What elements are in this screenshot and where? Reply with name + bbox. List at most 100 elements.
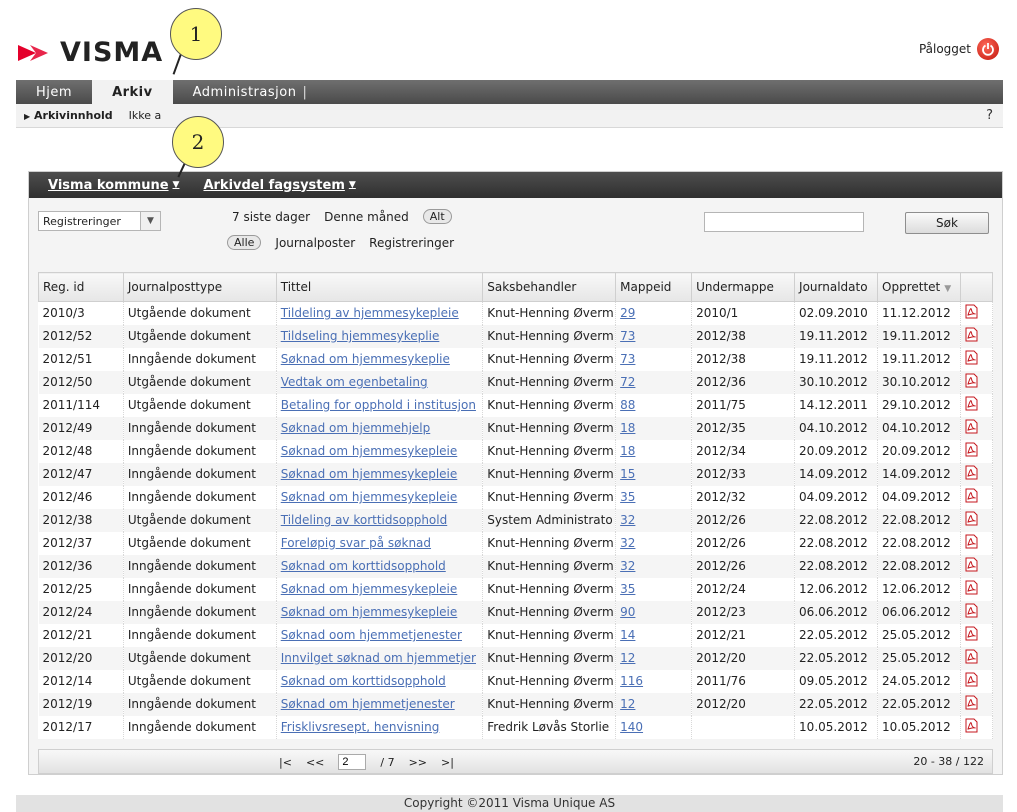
folder-link[interactable]: 116: [620, 674, 643, 688]
folder-link[interactable]: 72: [620, 375, 635, 389]
table-row[interactable]: 2012/52 Utgående dokument Tildseling hjemm…: [38, 324, 993, 348]
table-row[interactable]: 2012/21 Inngående dokument Søknad oom hjem…: [38, 623, 993, 647]
next-page-button[interactable]: >>: [409, 756, 427, 769]
table-row[interactable]: 2012/19 Inngående dokument Søknad om hjemm…: [38, 692, 993, 716]
folder-link[interactable]: 15: [620, 467, 635, 481]
title-link[interactable]: Søknad om korttidsopphold: [281, 674, 446, 688]
table-row[interactable]: 2012/50 Utgående dokument Vedtak om egenbe…: [38, 370, 993, 394]
search-input[interactable]: [704, 212, 864, 232]
table-row[interactable]: 2012/48 Inngående dokument Søknad om hjemm…: [38, 439, 993, 463]
column-header[interactable]: Opprettet ▼: [877, 272, 962, 302]
title-link[interactable]: Søknad om hjemmetjenester: [281, 697, 455, 711]
title-link[interactable]: Søknad om korttidsopphold: [281, 559, 446, 573]
table-row[interactable]: 2012/36 Inngående dokument Søknad om kortt…: [38, 554, 993, 578]
folder-link[interactable]: 32: [620, 536, 635, 550]
table-row[interactable]: 2010/3 Utgående dokument Tildeling av hjem…: [38, 301, 993, 325]
title-link[interactable]: Tildeling av hjemmesykepleie: [281, 306, 459, 320]
type-select[interactable]: Registreringer ▼: [38, 211, 161, 231]
column-header[interactable]: Journalposttype: [122, 272, 277, 302]
help-link[interactable]: ?: [986, 108, 993, 123]
title-link[interactable]: Søknad om hjemmehjelp: [281, 421, 431, 435]
title-link[interactable]: Søknad om hjemmesykeplie: [281, 352, 450, 366]
pdf-icon[interactable]: [965, 465, 978, 480]
folder-link[interactable]: 73: [620, 329, 635, 343]
pdf-icon[interactable]: [965, 511, 978, 526]
table-row[interactable]: 2012/46 Inngående dokument Søknad om hjemm…: [38, 485, 993, 509]
column-header[interactable]: Saksbehandler: [482, 272, 617, 302]
subnav-item-ikke[interactable]: Ikke a: [121, 109, 170, 122]
folder-link[interactable]: 73: [620, 352, 635, 366]
title-link[interactable]: Innvilget søknad om hjemmetjer: [281, 651, 476, 665]
title-link[interactable]: Søknad om hjemmesykepleie: [281, 605, 458, 619]
tab-arkiv[interactable]: Arkiv: [92, 80, 173, 105]
subnav-item-arkivinnhold[interactable]: ▶ Arkivinnhold: [16, 109, 121, 122]
pdf-icon[interactable]: [965, 442, 978, 457]
folder-link[interactable]: 35: [620, 490, 635, 504]
pdf-icon[interactable]: [965, 603, 978, 618]
folder-link[interactable]: 140: [620, 720, 643, 734]
table-row[interactable]: 2012/17 Inngående dokument Frisklivsresept…: [38, 715, 993, 739]
title-link[interactable]: Foreløpig svar på søknad: [281, 536, 431, 550]
column-header[interactable]: [960, 272, 993, 302]
table-row[interactable]: 2012/25 Inngående dokument Søknad om hjemm…: [38, 577, 993, 601]
column-header[interactable]: Mappeid: [615, 272, 693, 302]
title-link[interactable]: Søknad om hjemmesykepleie: [281, 490, 458, 504]
folder-link[interactable]: 12: [620, 651, 635, 665]
column-header[interactable]: Reg. id: [38, 272, 124, 302]
pdf-icon[interactable]: [965, 580, 978, 595]
title-link[interactable]: Betaling for opphold i institusjon: [281, 398, 476, 412]
title-link[interactable]: Tildseling hjemmesykeplie: [281, 329, 440, 343]
table-row[interactable]: 2011/114 Utgående dokument Betaling for op…: [38, 393, 993, 417]
table-row[interactable]: 2012/20 Utgående dokument Innvilget søknad…: [38, 646, 993, 670]
title-link[interactable]: Søknad oom hjemmetjenester: [281, 628, 462, 642]
title-link[interactable]: Tildeling av korttidsopphold: [281, 513, 448, 527]
page-input[interactable]: [338, 754, 367, 770]
crumb-arkivdel[interactable]: Arkivdel fagsystem ▼: [203, 178, 355, 193]
filter-7-days[interactable]: 7 siste dager: [232, 210, 310, 224]
column-header[interactable]: Tittel: [275, 272, 484, 302]
folder-link[interactable]: 18: [620, 421, 635, 435]
pdf-icon[interactable]: [965, 304, 978, 319]
pdf-icon[interactable]: [965, 695, 978, 710]
filter-this-month[interactable]: Denne måned: [324, 210, 409, 224]
tab-hjem[interactable]: Hjem: [16, 80, 92, 104]
logout-power-icon[interactable]: [977, 38, 999, 60]
pdf-icon[interactable]: [965, 419, 978, 434]
title-link[interactable]: Søknad om hjemmesykepleie: [281, 467, 458, 481]
pdf-icon[interactable]: [965, 626, 978, 641]
folder-link[interactable]: 14: [620, 628, 635, 642]
pdf-icon[interactable]: [965, 672, 978, 687]
table-row[interactable]: 2012/24 Inngående dokument Søknad om hjemm…: [38, 600, 993, 624]
table-row[interactable]: 2012/49 Inngående dokument Søknad om hjemm…: [38, 416, 993, 440]
column-header[interactable]: Undermappe: [691, 272, 796, 302]
filter-registreringer[interactable]: Registreringer: [369, 236, 454, 250]
prev-page-button[interactable]: <<: [306, 756, 324, 769]
table-row[interactable]: 2012/37 Utgående dokument Foreløpig svar p…: [38, 531, 993, 555]
folder-link[interactable]: 88: [620, 398, 635, 412]
folder-link[interactable]: 90: [620, 605, 635, 619]
pdf-icon[interactable]: [965, 396, 978, 411]
title-link[interactable]: Frisklivsresept, henvisning: [281, 720, 440, 734]
title-link[interactable]: Vedtak om egenbetaling: [281, 375, 428, 389]
crumb-visma-kommune[interactable]: Visma kommune ▼: [48, 178, 179, 193]
title-link[interactable]: Søknad om hjemmesykepleie: [281, 444, 458, 458]
pdf-icon[interactable]: [965, 327, 978, 342]
tab-administrasjon[interactable]: Administrasjon |: [173, 80, 328, 104]
title-link[interactable]: Søknad om hjemmesykepleie: [281, 582, 458, 596]
pdf-icon[interactable]: [965, 649, 978, 664]
folder-link[interactable]: 12: [620, 697, 635, 711]
pdf-icon[interactable]: [965, 373, 978, 388]
folder-link[interactable]: 32: [620, 559, 635, 573]
pdf-icon[interactable]: [965, 488, 978, 503]
folder-link[interactable]: 35: [620, 582, 635, 596]
search-button[interactable]: Søk: [905, 212, 989, 234]
filter-all-dates[interactable]: Alt: [422, 209, 452, 224]
first-page-button[interactable]: |<: [279, 756, 292, 769]
folder-link[interactable]: 18: [620, 444, 635, 458]
filter-all-kinds[interactable]: Alle: [227, 235, 262, 250]
filter-journalposter[interactable]: Journalposter: [275, 236, 355, 250]
column-header[interactable]: Journaldato: [794, 272, 879, 302]
pdf-icon[interactable]: [965, 350, 978, 365]
last-page-button[interactable]: >|: [441, 756, 454, 769]
folder-link[interactable]: 29: [620, 306, 635, 320]
